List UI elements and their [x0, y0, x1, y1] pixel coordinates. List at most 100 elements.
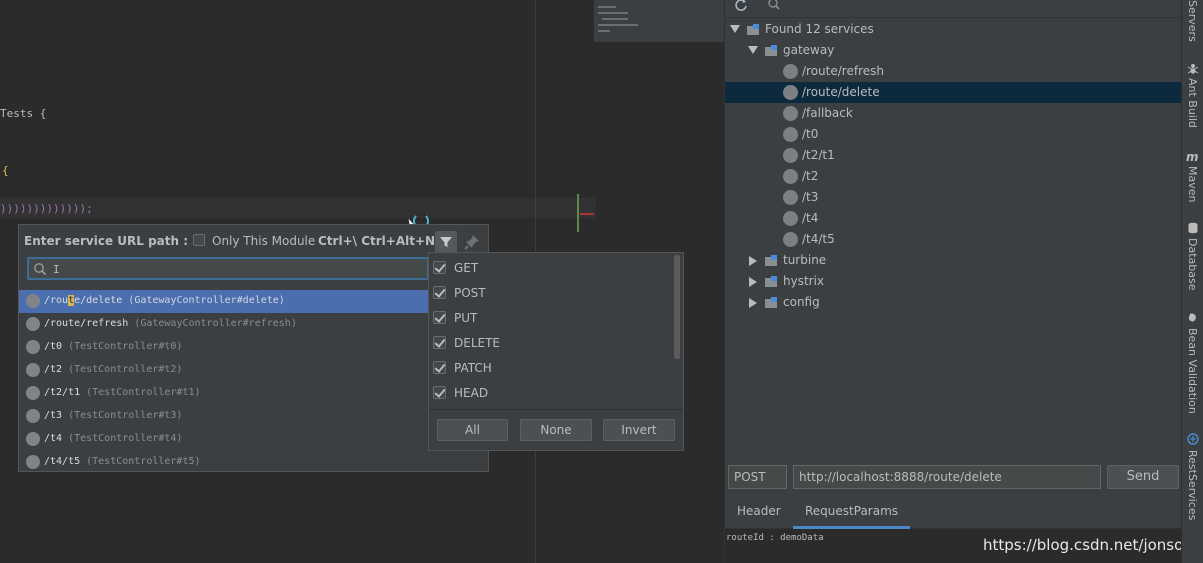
invert-button[interactable]: Invert — [603, 419, 675, 441]
method-checkbox[interactable] — [433, 386, 446, 399]
tree-endpoint[interactable]: /fallback — [725, 103, 1181, 124]
result-controller: (TestController#t2) — [68, 364, 183, 375]
tree-label: /t4/t5 — [802, 232, 835, 246]
tree-endpoint[interactable]: /route/refresh — [725, 61, 1181, 82]
pin-button[interactable] — [463, 233, 481, 251]
filter-scrollbar[interactable] — [674, 255, 680, 359]
tree-label: /t2/t1 — [802, 148, 835, 162]
tab-request-params[interactable]: RequestParams — [792, 504, 911, 529]
chevron-down-icon[interactable] — [730, 25, 740, 33]
result-path: /t4 (TestController#t4) — [44, 433, 183, 444]
tree-module-config[interactable]: config — [725, 292, 1181, 313]
tree-label: Found 12 services — [765, 22, 874, 36]
result-row[interactable]: /t4/t5 (TestController#t5) — [19, 451, 488, 474]
method-checkbox[interactable] — [433, 261, 446, 274]
chevron-down-icon[interactable] — [748, 46, 758, 54]
params-text: routeId : demoData — [726, 533, 824, 543]
tree-module-gateway[interactable]: gateway — [725, 40, 1181, 61]
result-row[interactable]: /t0 (TestController#t0) — [19, 336, 488, 359]
result-path: /t2 (TestController#t2) — [44, 364, 183, 375]
maven-icon: m — [1186, 150, 1199, 164]
chevron-right-icon[interactable] — [749, 277, 757, 287]
result-row[interactable]: /route/refresh (GatewayController#refresh… — [19, 313, 488, 336]
endpoint-icon — [783, 232, 798, 247]
endpoint-icon — [783, 127, 798, 142]
result-row[interactable]: /route/delete (GatewayController#delete) — [19, 290, 488, 313]
tree-root[interactable]: Found 12 services — [725, 19, 1181, 40]
result-controller: (TestController#t4) — [68, 433, 183, 444]
result-controller: (TestController#t0) — [68, 341, 183, 352]
tree-endpoint[interactable]: /t4/t5 — [725, 229, 1181, 250]
tab-header[interactable]: Header — [737, 504, 781, 518]
tree-endpoint[interactable]: /t2/t1 — [725, 145, 1181, 166]
goto-service-popup: Enter service URL path : Only This Modul… — [18, 224, 489, 472]
tree-label: turbine — [783, 253, 827, 267]
only-module-checkbox[interactable] — [193, 234, 205, 246]
only-module-label[interactable]: Only This Module — [212, 234, 315, 248]
select-none-button[interactable]: None — [520, 419, 592, 441]
endpoint-icon — [783, 211, 798, 226]
chevron-right-icon[interactable] — [749, 298, 757, 308]
strip-tab-bean-validation[interactable]: Bean Validation — [1186, 328, 1199, 414]
strip-tab-ant-build[interactable]: Ant Build — [1186, 78, 1199, 128]
result-path: /route/refresh (GatewayController#refresh… — [44, 318, 297, 329]
result-path: /t3 (TestController#t3) — [44, 410, 183, 421]
endpoint-icon — [783, 148, 798, 163]
tree-endpoint[interactable]: /t3 — [725, 187, 1181, 208]
method-checkbox[interactable] — [433, 311, 446, 324]
bean-validation-icon — [1188, 313, 1196, 322]
method-label: PATCH — [454, 361, 492, 375]
search-field[interactable] — [27, 257, 429, 280]
url-input[interactable]: http://localhost:8888/route/delete — [793, 465, 1101, 489]
result-path: /t2/t1 (TestController#t1) — [44, 387, 201, 398]
method-checkbox[interactable] — [433, 286, 446, 299]
strip-tab-database[interactable]: Database — [1186, 238, 1199, 291]
http-method-field[interactable]: POST — [728, 465, 787, 489]
result-row[interactable]: /t4 (TestController#t4) — [19, 428, 488, 451]
result-row[interactable]: /t2/t1 (TestController#t1) — [19, 382, 488, 405]
result-row[interactable]: /t3 (TestController#t3) — [19, 405, 488, 428]
strip-tab-rest-services[interactable]: RestServices — [1186, 450, 1199, 520]
error-marker — [580, 213, 594, 215]
tree-label: /fallback — [802, 106, 853, 120]
strip-tab-servers[interactable]: Servers — [1186, 0, 1199, 42]
endpoint-icon — [783, 106, 798, 121]
module-icon — [747, 24, 760, 35]
tree-module-turbine[interactable]: turbine — [725, 250, 1181, 271]
search-input[interactable] — [51, 260, 425, 279]
popup-title: Enter service URL path : — [24, 234, 189, 248]
endpoint-icon — [783, 64, 798, 79]
tree-endpoint[interactable]: /route/delete — [725, 82, 1181, 103]
result-path: /t4/t5 (TestController#t5) — [44, 456, 201, 467]
tree-endpoint[interactable]: /t2 — [725, 166, 1181, 187]
filter-button[interactable] — [435, 231, 457, 253]
result-row[interactable]: /t2 (TestController#t2) — [19, 359, 488, 382]
database-icon — [1188, 222, 1198, 234]
request-params-editor[interactable]: routeId : demoData https://blog.csdn.net… — [725, 529, 1203, 563]
search-icon[interactable] — [767, 0, 781, 11]
strip-tab-maven[interactable]: Maven — [1186, 166, 1199, 202]
watermark-text: https://blog.csdn.net/jonsonler — [983, 536, 1203, 554]
tree-label: /t3 — [802, 190, 819, 204]
request-bar: POST http://localhost:8888/route/delete … — [725, 461, 1181, 493]
refresh-icon[interactable] — [734, 0, 748, 11]
module-icon — [765, 45, 778, 56]
result-path: /t0 (TestController#t0) — [44, 341, 183, 352]
module-icon — [765, 297, 778, 308]
method-checkbox[interactable] — [433, 361, 446, 374]
tree-endpoint[interactable]: /t0 — [725, 124, 1181, 145]
result-controller: (TestController#t5) — [86, 456, 201, 467]
filter-icon — [440, 237, 452, 247]
tree-label: /route/delete — [802, 85, 880, 99]
tree-endpoint[interactable]: /t4 — [725, 208, 1181, 229]
tree-label: /t0 — [802, 127, 819, 141]
tree-label: /t4 — [802, 211, 819, 225]
shortcut-hint: Ctrl+\ Ctrl+Alt+N — [318, 234, 436, 248]
select-all-button[interactable]: All — [437, 419, 508, 441]
tree-module-hystrix[interactable]: hystrix — [725, 271, 1181, 292]
send-button[interactable]: Send — [1107, 465, 1179, 489]
method-checkbox[interactable] — [433, 336, 446, 349]
chevron-right-icon[interactable] — [749, 256, 757, 266]
result-path: /route/delete (GatewayController#delete) — [44, 295, 285, 306]
divider — [429, 409, 683, 410]
